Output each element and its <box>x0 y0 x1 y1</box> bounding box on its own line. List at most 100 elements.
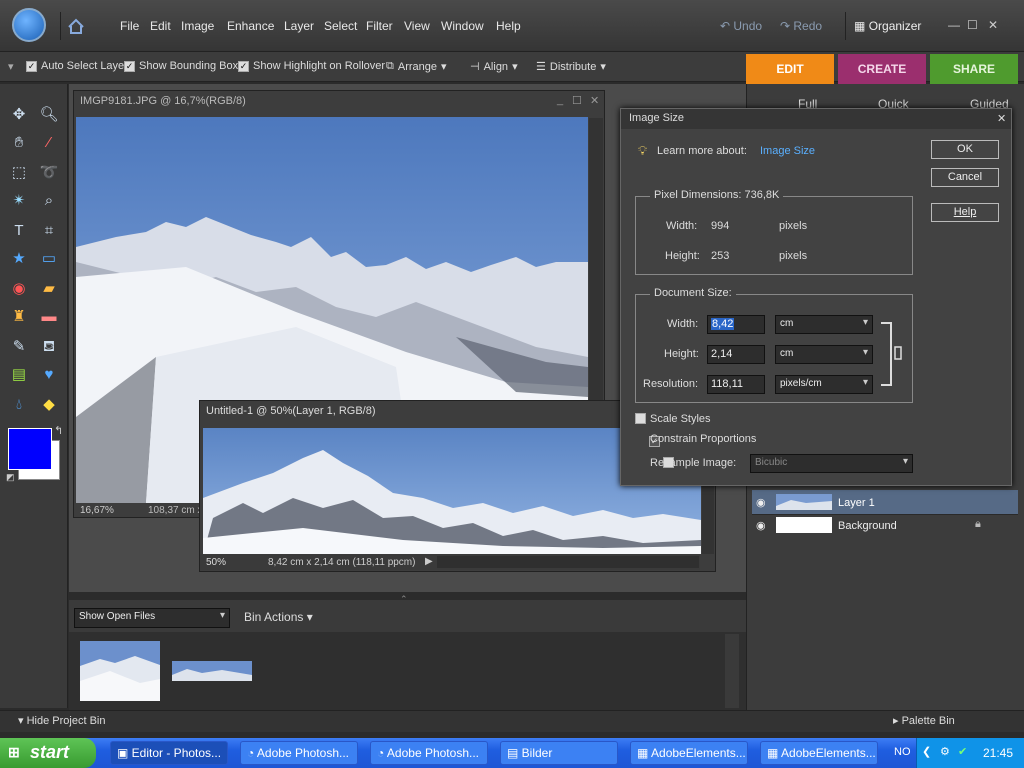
red-eye-tool-icon[interactable]: ◉ <box>8 278 30 300</box>
close-icon[interactable]: ✕ <box>988 18 998 32</box>
thumbnail-2[interactable] <box>172 661 252 681</box>
doc-width-unit-select[interactable]: cm <box>775 315 873 334</box>
task-firefox-2[interactable]: ◔ Adobe Photosh... <box>370 741 488 765</box>
maximize-icon[interactable]: ☐ <box>572 94 582 107</box>
camera-icon[interactable] <box>12 8 46 42</box>
grid-icon: ▦ <box>854 19 866 33</box>
doc-height-unit-select[interactable]: cm <box>775 345 873 364</box>
ok-button[interactable]: OK <box>931 140 999 159</box>
checkbox[interactable]: ✓ <box>238 60 249 72</box>
healing-tool-icon[interactable]: ▰ <box>38 278 60 300</box>
menu-edit[interactable]: Edit <box>150 19 171 33</box>
document-2-zoom[interactable]: 50% <box>206 557 226 568</box>
menu-file[interactable]: File <box>120 19 139 33</box>
task-firefox-1[interactable]: ◔ Adobe Photosh... <box>240 741 358 765</box>
highlight-option[interactable]: ✓ Show Highlight on Rollover <box>238 60 385 72</box>
arrange-button[interactable]: ⧉ Arrange ▾ <box>386 60 447 73</box>
horizontal-scrollbar[interactable] <box>437 556 699 568</box>
menu-enhance[interactable]: Enhance <box>227 19 274 33</box>
menu-select[interactable]: Select <box>324 19 357 33</box>
menu-help[interactable]: Help <box>496 19 521 33</box>
menu-window[interactable]: Window <box>441 19 484 33</box>
eye-icon[interactable]: ◉ <box>756 496 766 509</box>
menu-layer[interactable]: Layer <box>284 19 314 33</box>
maximize-icon[interactable]: ☐ <box>967 18 978 32</box>
align-button[interactable]: ⊣ Align ▾ <box>470 60 518 74</box>
task-elements-2[interactable]: ▦ AdobeElements... <box>760 741 878 765</box>
doc-height-input[interactable]: 2,14 <box>707 345 765 364</box>
help-button[interactable]: Help <box>931 203 999 222</box>
palette-bin-button[interactable]: ▸ Palette Bin <box>893 714 955 727</box>
menu-filter[interactable]: Filter <box>366 19 393 33</box>
stamp-tool-icon[interactable]: ♜ <box>8 306 30 328</box>
crop-tool-icon[interactable]: ⌗ <box>38 220 60 242</box>
tab-share[interactable]: SHARE <box>930 54 1018 84</box>
hide-project-bin-button[interactable]: ▾ Hide Project Bin <box>18 714 105 727</box>
undo-button[interactable]: ↶ Undo <box>720 19 762 33</box>
smart-brush-tool-icon[interactable]: ♥ <box>38 364 60 386</box>
minimize-icon[interactable]: _ <box>557 94 563 106</box>
status-arrow-icon[interactable]: ▶ <box>425 556 433 567</box>
language-indicator[interactable]: NO <box>894 746 911 758</box>
close-icon[interactable]: ✕ <box>590 94 599 107</box>
minimize-icon[interactable]: — <box>948 18 960 32</box>
zoom-tool-icon[interactable]: 🔍︎ <box>38 104 60 126</box>
firefox-icon: ◔ <box>247 746 257 760</box>
task-label: Adobe Photosh... <box>256 746 349 760</box>
paint-bucket-tool-icon[interactable]: ⛾ <box>38 336 60 358</box>
hand-tool-icon[interactable]: ✋︎ <box>8 132 30 154</box>
marquee-tool-icon[interactable]: ⬚ <box>8 162 30 184</box>
security-icon[interactable]: ✔ <box>958 745 967 758</box>
grip-icon[interactable]: ⌃ <box>400 594 408 605</box>
doc-width-input[interactable]: 8,42 <box>707 315 765 334</box>
home-button[interactable] <box>60 12 90 40</box>
resample-method-select[interactable]: Bicubic <box>750 454 913 473</box>
tab-create[interactable]: CREATE <box>838 54 926 84</box>
recompose-tool-icon[interactable]: ▭ <box>38 248 60 270</box>
swap-colors-icon[interactable]: ↰ <box>54 424 63 437</box>
show-open-files-select[interactable]: Show Open Files <box>74 608 230 628</box>
sponge-tool-icon[interactable]: ◆ <box>38 394 60 416</box>
resolution-input[interactable]: 118,11 <box>707 375 765 394</box>
checkbox[interactable]: ✓ <box>124 60 135 72</box>
task-editor[interactable]: ▣ Editor - Photos... <box>110 741 228 765</box>
network-icon[interactable]: ⚙ <box>940 745 950 758</box>
tray-arrow-icon[interactable]: ❮ <box>922 745 931 758</box>
distribute-button[interactable]: ☰ Distribute ▾ <box>536 60 606 74</box>
brush-tool-icon[interactable]: ✎ <box>8 336 30 358</box>
start-button[interactable]: ⊞ start <box>0 738 96 768</box>
move-tool-icon[interactable]: ✥ <box>8 104 30 126</box>
blur-tool-icon[interactable]: 💧︎ <box>8 394 30 416</box>
bounding-box-option[interactable]: ✓ Show Bounding Box <box>124 60 238 72</box>
resolution-unit-select[interactable]: pixels/cm <box>775 375 873 394</box>
pixel-width-value: 994 <box>711 220 730 232</box>
magic-wand-tool-icon[interactable]: ✴ <box>8 190 30 212</box>
thumbnail-1[interactable] <box>80 641 160 701</box>
eyedropper-tool-icon[interactable]: ⁄ <box>38 132 60 154</box>
options-menu-icon[interactable]: ▾ <box>8 60 14 73</box>
lasso-tool-icon[interactable]: ➰ <box>38 162 60 184</box>
learn-more-link[interactable]: Image Size <box>760 145 815 157</box>
bin-actions-menu[interactable]: Bin Actions ▾ <box>244 610 313 624</box>
checkbox[interactable]: ✓ <box>26 60 37 72</box>
document-1-zoom[interactable]: 16,67% <box>80 505 114 516</box>
menu-image[interactable]: Image <box>181 19 214 33</box>
close-icon[interactable]: ✕ <box>997 112 1006 125</box>
selection-brush-tool-icon[interactable]: ⌕ <box>38 190 60 212</box>
redo-button[interactable]: ↷ Redo <box>780 19 822 33</box>
eraser-tool-icon[interactable]: ▬ <box>38 306 60 328</box>
cancel-button[interactable]: Cancel <box>931 168 999 187</box>
organizer-button[interactable]: ▦ Organizer <box>845 12 935 40</box>
gradient-tool-icon[interactable]: ▤ <box>8 364 30 386</box>
tab-edit[interactable]: EDIT <box>746 54 834 84</box>
task-elements-1[interactable]: ▦ AdobeElements... <box>630 741 748 765</box>
auto-select-option[interactable]: ✓ Auto Select Layer <box>26 60 128 72</box>
menu-view[interactable]: View <box>404 19 430 33</box>
task-bilder[interactable]: ▤ Bilder <box>500 741 618 765</box>
vertical-scrollbar[interactable] <box>725 634 739 708</box>
scale-styles-checkbox[interactable] <box>635 413 646 424</box>
default-colors-icon[interactable]: ◩ <box>6 472 15 483</box>
shape-tool-icon[interactable]: ★ <box>8 248 30 270</box>
type-tool-icon[interactable]: T <box>8 220 30 242</box>
eye-icon[interactable]: ◉ <box>756 519 766 532</box>
